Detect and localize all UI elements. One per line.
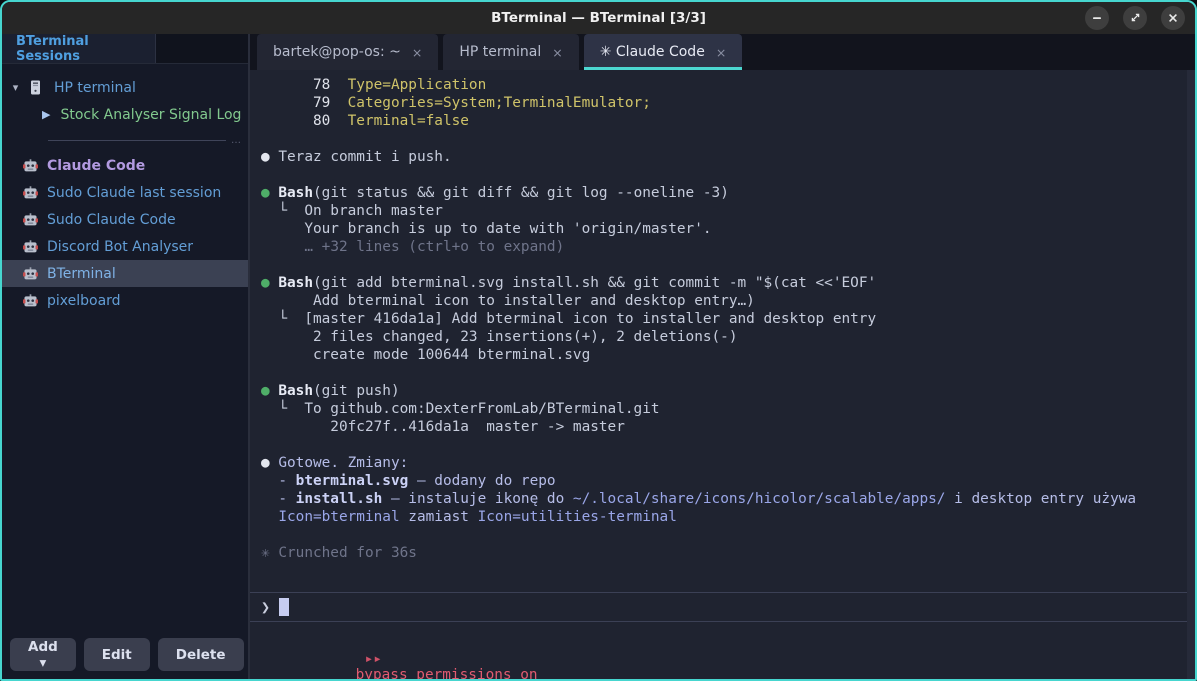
terminal-line: … +32 lines (ctrl+o to expand): [250, 238, 1195, 256]
tab-bartek-pop-os[interactable]: bartek@pop-os: ~ ×: [257, 34, 438, 70]
terminal-output: 78 Type=Application 79 Categories=System…: [250, 76, 1195, 562]
tab-label: ✳ Claude Code: [600, 44, 705, 60]
tab-hp-terminal[interactable]: HP terminal ×: [443, 34, 578, 70]
terminal-line: ● Bash(git status && git diff && git log…: [250, 184, 1195, 202]
app-window: BTerminal — BTerminal [3/3] BTerm: [0, 0, 1197, 681]
robot-icon: [23, 186, 38, 200]
terminal-line: ● Bash(git push): [250, 382, 1195, 400]
divider-overflow-dots[interactable]: …: [231, 135, 242, 146]
tab-label: HP terminal: [459, 44, 541, 60]
sidebar-item-discord-bot-analyser[interactable]: Discord Bot Analyser: [2, 233, 248, 260]
tab-close-icon[interactable]: ×: [412, 45, 422, 60]
add-button[interactable]: Add ▾: [10, 638, 76, 671]
divider-line: [48, 140, 226, 141]
tab-close-icon[interactable]: ×: [716, 45, 726, 60]
terminal-line: Your branch is up to date with 'origin/m…: [250, 220, 1195, 238]
robot-icon: [23, 213, 38, 227]
main-area: bartek@pop-os: ~×HP terminal×✳ Claude Co…: [250, 34, 1195, 679]
session-label: Sudo Claude Code: [47, 212, 176, 228]
sessions-header-tab[interactable]: BTerminal Sessions: [2, 34, 156, 63]
sidebar-item-claude-code[interactable]: Claude Code: [2, 152, 248, 179]
robot-icon: [23, 240, 38, 254]
terminal-line: 20fc27f..416da1a master -> master: [250, 418, 1195, 436]
session-label: Claude Code: [47, 158, 145, 174]
terminal-line: 2 files changed, 23 insertions(+), 2 del…: [250, 328, 1195, 346]
sessions-sidebar: BTerminal Sessions ▾ HP terminal ▶ Stock An…: [2, 34, 250, 679]
session-label: HP terminal: [54, 80, 136, 96]
sidebar-header: BTerminal Sessions: [2, 34, 248, 64]
terminal-line: 80 Terminal=false: [250, 112, 1195, 130]
permissions-status-text: bypass permissions on: [356, 667, 538, 679]
expander-arrow-icon[interactable]: ▾: [8, 81, 23, 94]
maximize-button[interactable]: [1123, 6, 1147, 30]
robot-icon: [23, 159, 38, 173]
terminal-line: [250, 364, 1195, 382]
session-label: Stock Analyser Signal Log: [60, 107, 241, 123]
session-label: Sudo Claude last session: [47, 185, 221, 201]
robot-icon: [23, 294, 38, 308]
permissions-status: ▸▸ bypass permissions on (shift+tab to c…: [250, 635, 1195, 679]
terminal-line: [250, 256, 1195, 274]
terminal-line: Add bterminal icon to installer and desk…: [250, 292, 1195, 310]
title-bar: BTerminal — BTerminal [3/3]: [2, 2, 1195, 34]
session-label: pixelboard: [47, 293, 121, 309]
play-triangle-icon: ▶: [42, 108, 50, 121]
terminal-view[interactable]: 78 Type=Application 79 Categories=System…: [250, 70, 1195, 679]
sidebar-item-sudo-claude-last-session[interactable]: Sudo Claude last session: [2, 179, 248, 206]
terminal-line: create mode 100644 bterminal.svg: [250, 346, 1195, 364]
terminal-line: 79 Categories=System;TerminalEmulator;: [250, 94, 1195, 112]
terminal-scrollbar[interactable]: [1187, 70, 1195, 679]
delete-button[interactable]: Delete: [158, 638, 244, 671]
session-label: Discord Bot Analyser: [47, 239, 193, 255]
terminal-line: - bterminal.svg — dodany do repo: [250, 472, 1195, 490]
tree-divider: …: [2, 128, 248, 152]
close-button[interactable]: [1161, 6, 1185, 30]
terminal-line: └ On branch master: [250, 202, 1195, 220]
tab-label: bartek@pop-os: ~: [273, 44, 401, 60]
terminal-line: └ [master 416da1a] Add bterminal icon to…: [250, 310, 1195, 328]
sidebar-item-sudo-claude-code[interactable]: Sudo Claude Code: [2, 206, 248, 233]
terminal-line: ● Gotowe. Zmiany:: [250, 454, 1195, 472]
minimize-icon: [1092, 11, 1102, 26]
window-title: BTerminal — BTerminal [3/3]: [491, 10, 706, 26]
close-icon: [1168, 11, 1178, 26]
sidebar-item-stock-analyser-signal-log[interactable]: ▶ Stock Analyser Signal Log: [2, 101, 248, 128]
window-controls: [1085, 6, 1185, 30]
sessions-tree: ▾ HP terminal ▶ Stock Analyser Signal Log … C…: [2, 64, 248, 630]
sidebar-item-bterminal[interactable]: BTerminal: [2, 260, 248, 287]
terminal-line: ✳ Crunched for 36s: [250, 544, 1195, 562]
sidebar-item-pixelboard[interactable]: pixelboard: [2, 287, 248, 314]
terminal-line: ● Bash(git add bterminal.svg install.sh …: [250, 274, 1195, 292]
tab-close-icon[interactable]: ×: [552, 45, 562, 60]
sidebar-buttons: Add ▾EditDelete: [2, 630, 248, 679]
terminal-line: └ To github.com:DexterFromLab/BTerminal.…: [250, 400, 1195, 418]
edit-button[interactable]: Edit: [84, 638, 150, 671]
double-arrow-icon: ▸▸: [365, 651, 382, 667]
minimize-button[interactable]: [1085, 6, 1109, 30]
maximize-icon: [1130, 11, 1141, 26]
terminal-line: - install.sh — instaluje ikonę do ~/.loc…: [250, 490, 1195, 508]
tab-claude-code[interactable]: ✳ Claude Code ×: [584, 34, 743, 70]
prompt-chevron-icon: ❯: [261, 598, 270, 616]
window-body: BTerminal Sessions ▾ HP terminal ▶ Stock An…: [2, 34, 1195, 679]
terminal-line: 78 Type=Application: [250, 76, 1195, 94]
text-cursor: [279, 598, 289, 616]
sidebar-item-hp-terminal[interactable]: ▾ HP terminal: [2, 74, 248, 101]
terminal-line: [250, 130, 1195, 148]
terminal-line: Icon=bterminal zamiast Icon=utilities-te…: [250, 508, 1195, 526]
terminal-line: [250, 166, 1195, 184]
terminal-line: ● Teraz commit i push.: [250, 148, 1195, 166]
computer-tower-icon: [30, 80, 41, 95]
terminal-line: [250, 436, 1195, 454]
terminal-line: [250, 526, 1195, 544]
robot-icon: [23, 267, 38, 281]
tab-bar: bartek@pop-os: ~×HP terminal×✳ Claude Co…: [250, 34, 1195, 70]
session-label: BTerminal: [47, 266, 116, 282]
prompt-input[interactable]: ❯: [250, 592, 1195, 622]
